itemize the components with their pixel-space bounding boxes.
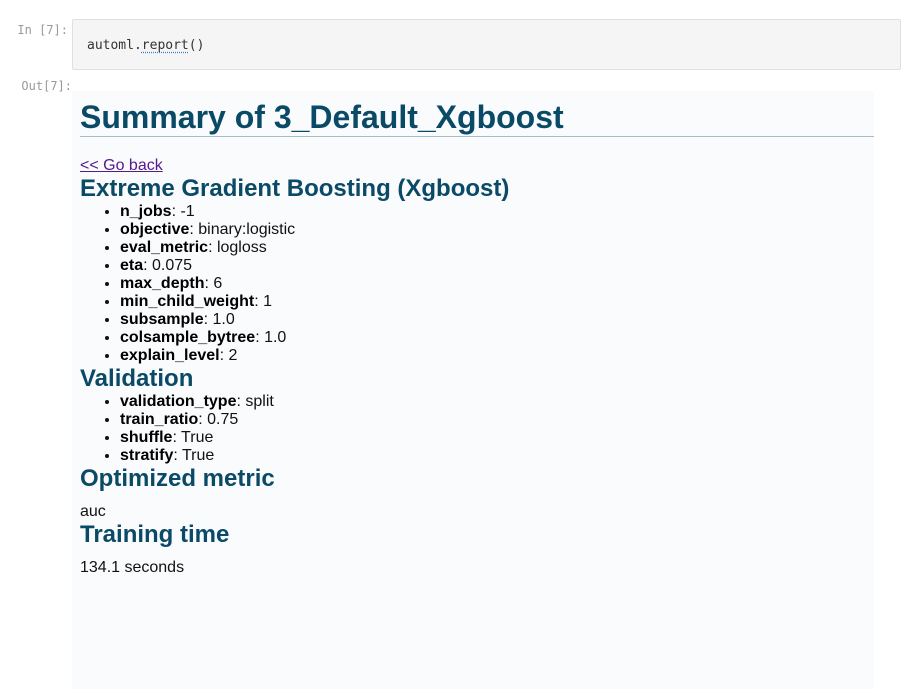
- param-value: : 2: [219, 347, 238, 364]
- code-line[interactable]: automl.report(): [87, 38, 204, 53]
- code-input-cell[interactable]: automl.report(): [72, 19, 901, 70]
- param-value: : 1.0: [255, 329, 287, 346]
- go-back-link[interactable]: << Go back: [80, 157, 163, 175]
- param-key: eval_metric: [120, 239, 209, 256]
- validation-key: validation_type: [120, 393, 237, 410]
- validation-value: : 0.75: [198, 411, 239, 428]
- param-value: : 1.0: [203, 311, 235, 328]
- validation-item: validation_type: split: [120, 393, 874, 411]
- validation-value: : split: [236, 393, 274, 410]
- param-item: max_depth: 6: [120, 275, 874, 293]
- param-key: eta: [120, 257, 144, 274]
- param-key: max_depth: [120, 275, 205, 292]
- param-item: subsample: 1.0: [120, 311, 874, 329]
- validation-item: stratify: True: [120, 447, 874, 465]
- param-item: min_child_weight: 1: [120, 293, 874, 311]
- param-key: subsample: [120, 311, 204, 328]
- validation-value: : True: [173, 447, 215, 464]
- param-item: explain_level: 2: [120, 347, 874, 365]
- param-key: min_child_weight: [120, 293, 255, 310]
- param-value: : -1: [171, 203, 195, 220]
- code-dot: .: [133, 38, 142, 53]
- metric-value: auc: [80, 503, 106, 520]
- code-args: (): [188, 38, 205, 53]
- model-heading: Extreme Gradient Boosting (Xgboost): [80, 175, 510, 202]
- validation-item: train_ratio: 0.75: [120, 411, 874, 429]
- output-area: Summary of 3_Default_Xgboost << Go back …: [72, 91, 874, 689]
- report-title: Summary of 3_Default_Xgboost: [80, 91, 874, 137]
- param-key: objective: [120, 221, 190, 238]
- validation-value: : True: [172, 429, 214, 446]
- validation-list: validation_type: split train_ratio: 0.75…: [80, 393, 874, 465]
- param-value: : binary:logistic: [189, 221, 296, 238]
- param-value: : 6: [204, 275, 223, 292]
- param-key: explain_level: [120, 347, 220, 364]
- param-item: objective: binary:logistic: [120, 221, 874, 239]
- param-item: n_jobs: -1: [120, 203, 874, 221]
- code-function: report: [141, 38, 189, 53]
- validation-key: stratify: [120, 447, 174, 464]
- param-item: eval_metric: logloss: [120, 239, 874, 257]
- param-value: : 0.075: [143, 257, 193, 274]
- param-item: eta: 0.075: [120, 257, 874, 275]
- validation-heading: Validation: [80, 365, 194, 392]
- param-item: colsample_bytree: 1.0: [120, 329, 874, 347]
- param-value: : logloss: [208, 239, 267, 256]
- code-variable: automl: [87, 38, 134, 53]
- validation-key: train_ratio: [120, 411, 199, 428]
- training-time-heading: Training time: [80, 521, 230, 548]
- input-prompt: In [7]:: [17, 23, 68, 37]
- param-value: : 1: [254, 293, 273, 310]
- param-key: n_jobs: [120, 203, 172, 220]
- output-prompt: Out[7]:: [21, 79, 72, 93]
- validation-item: shuffle: True: [120, 429, 874, 447]
- param-key: colsample_bytree: [120, 329, 256, 346]
- model-params-list: n_jobs: -1 objective: binary:logistic ev…: [80, 203, 874, 365]
- metric-heading: Optimized metric: [80, 465, 275, 492]
- validation-key: shuffle: [120, 429, 173, 446]
- training-time-value: 134.1 seconds: [80, 559, 185, 576]
